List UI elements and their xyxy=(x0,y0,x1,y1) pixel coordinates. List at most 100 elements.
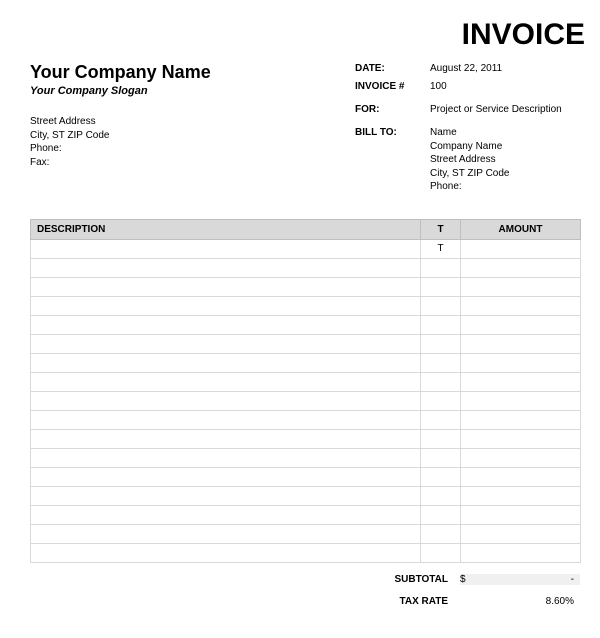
cell-amount xyxy=(461,334,581,353)
billto-address2: City, ST ZIP Code xyxy=(430,167,580,181)
invoice-title: INVOICE xyxy=(30,18,585,52)
cell-t xyxy=(421,429,461,448)
cell-t xyxy=(421,353,461,372)
table-row xyxy=(31,334,581,353)
invoice-number-label: INVOICE # xyxy=(355,80,430,93)
table-row xyxy=(31,296,581,315)
taxrate-amount: 8.60% xyxy=(546,596,574,607)
cell-amount xyxy=(461,372,581,391)
billto-company: Company Name xyxy=(430,140,580,154)
cell-amount xyxy=(461,239,581,258)
table-row xyxy=(31,353,581,372)
cell-description xyxy=(31,505,421,524)
table-row xyxy=(31,448,581,467)
cell-description xyxy=(31,315,421,334)
cell-description xyxy=(31,410,421,429)
cell-description xyxy=(31,543,421,562)
cell-t xyxy=(421,296,461,315)
cell-t xyxy=(421,448,461,467)
table-row xyxy=(31,505,581,524)
table-row xyxy=(31,315,581,334)
cell-amount xyxy=(461,429,581,448)
cell-t xyxy=(421,258,461,277)
cell-amount xyxy=(461,524,581,543)
sender-phone-label: Phone: xyxy=(30,142,355,156)
sender-address1: Street Address xyxy=(30,115,355,129)
table-row xyxy=(31,410,581,429)
sender-address2: City, ST ZIP Code xyxy=(30,129,355,143)
table-row xyxy=(31,467,581,486)
cell-t xyxy=(421,410,461,429)
cell-description xyxy=(31,296,421,315)
cell-t xyxy=(421,334,461,353)
subtotal-amount: - xyxy=(571,574,574,585)
billto-name: Name xyxy=(430,126,580,140)
cell-description xyxy=(31,486,421,505)
sender-fax-label: Fax: xyxy=(30,156,355,170)
sender-address-block: Street Address City, ST ZIP Code Phone: … xyxy=(30,115,355,169)
cell-amount xyxy=(461,258,581,277)
billto-block: Name Company Name Street Address City, S… xyxy=(430,126,580,194)
cell-description xyxy=(31,467,421,486)
for-label: FOR: xyxy=(355,103,430,116)
cell-amount xyxy=(461,353,581,372)
cell-t xyxy=(421,467,461,486)
table-row xyxy=(31,258,581,277)
cell-description xyxy=(31,258,421,277)
company-name: Your Company Name xyxy=(30,62,355,83)
cell-description xyxy=(31,239,421,258)
for-value: Project or Service Description xyxy=(430,103,580,116)
cell-amount xyxy=(461,315,581,334)
cell-description xyxy=(31,277,421,296)
table-row xyxy=(31,372,581,391)
cell-t xyxy=(421,505,461,524)
cell-amount xyxy=(461,296,581,315)
cell-amount xyxy=(461,448,581,467)
totals-block: SUBTOTAL $ - TAX RATE 8.60% xyxy=(30,569,580,613)
date-label: DATE: xyxy=(355,62,430,75)
cell-amount xyxy=(461,410,581,429)
cell-amount xyxy=(461,505,581,524)
cell-t xyxy=(421,524,461,543)
taxrate-value: 8.60% xyxy=(460,596,580,607)
taxrate-label: TAX RATE xyxy=(360,596,460,607)
cell-t xyxy=(421,315,461,334)
table-row xyxy=(31,391,581,410)
subtotal-value: $ - xyxy=(460,574,580,585)
billto-label: BILL TO: xyxy=(355,126,430,139)
invoice-number-value: 100 xyxy=(430,80,580,93)
cell-description xyxy=(31,524,421,543)
cell-description xyxy=(31,353,421,372)
cell-t xyxy=(421,277,461,296)
subtotal-currency: $ xyxy=(460,574,466,585)
table-row xyxy=(31,429,581,448)
company-slogan: Your Company Slogan xyxy=(30,85,355,97)
billto-address1: Street Address xyxy=(430,153,580,167)
cell-description xyxy=(31,391,421,410)
cell-amount xyxy=(461,486,581,505)
table-row: T xyxy=(31,239,581,258)
cell-t xyxy=(421,486,461,505)
cell-t xyxy=(421,543,461,562)
billto-phone-label: Phone: xyxy=(430,180,580,194)
cell-description xyxy=(31,372,421,391)
cell-description xyxy=(31,334,421,353)
table-row xyxy=(31,486,581,505)
table-row xyxy=(31,524,581,543)
cell-amount xyxy=(461,391,581,410)
cell-t xyxy=(421,372,461,391)
cell-description xyxy=(31,429,421,448)
line-items-table: DESCRIPTION T AMOUNT T xyxy=(30,219,581,563)
col-header-amount: AMOUNT xyxy=(461,219,581,239)
cell-t xyxy=(421,391,461,410)
col-header-description: DESCRIPTION xyxy=(31,219,421,239)
table-row xyxy=(31,543,581,562)
table-row xyxy=(31,277,581,296)
cell-amount xyxy=(461,543,581,562)
col-header-t: T xyxy=(421,219,461,239)
cell-amount xyxy=(461,467,581,486)
cell-description xyxy=(31,448,421,467)
cell-t: T xyxy=(421,239,461,258)
subtotal-label: SUBTOTAL xyxy=(360,574,460,585)
date-value: August 22, 2011 xyxy=(430,62,580,75)
